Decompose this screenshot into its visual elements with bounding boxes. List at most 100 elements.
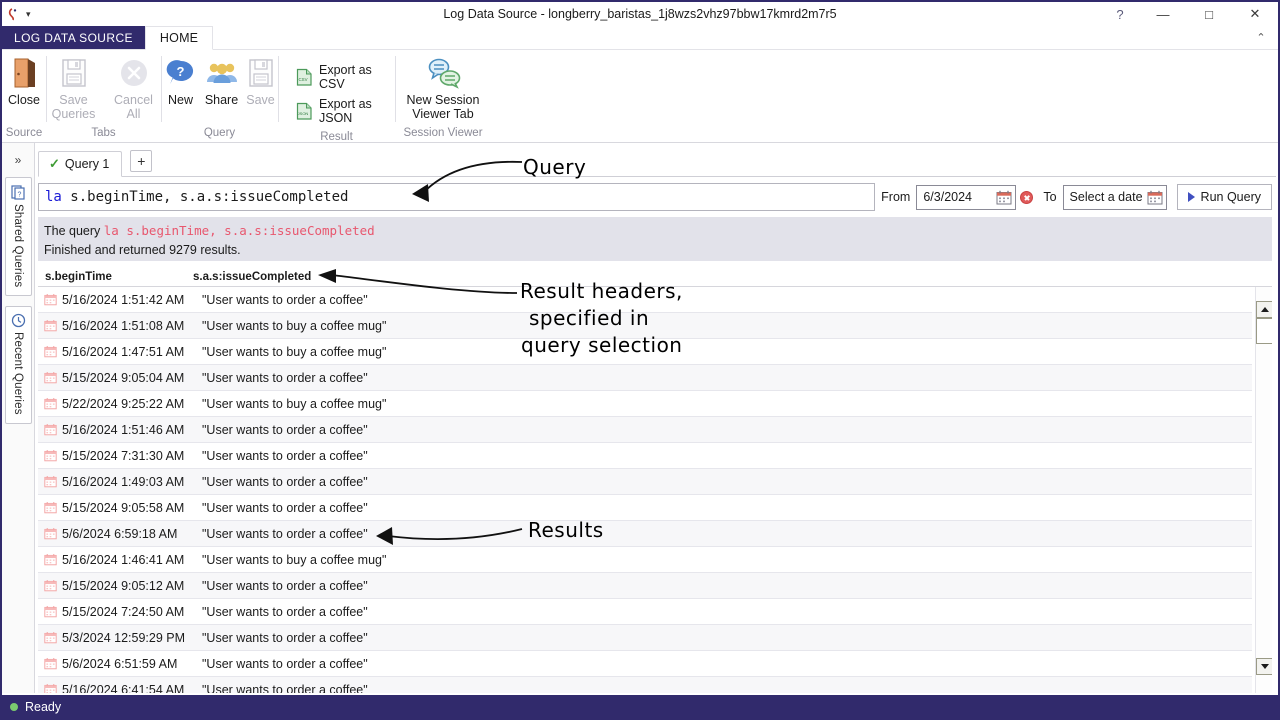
calendar-icon [38,631,62,644]
svg-text:?: ? [17,192,21,199]
cell-begin-time: 5/6/2024 6:51:59 AM [62,656,178,671]
minimize-button[interactable]: — [1140,2,1186,26]
export-as-csv-label: Export as CSV [319,63,372,91]
clear-date-icon[interactable] [1020,190,1034,204]
svg-text:CSV: CSV [298,77,307,82]
ribbon: Close Source Save Queries Cancel All Tab… [2,50,1278,143]
from-label: From [881,190,911,204]
share-query-button[interactable]: Share [200,54,244,109]
query-status-prefix: The query [44,224,104,238]
new-label: New [167,93,193,107]
cell-issue-completed: "User wants to buy a coffee mug" [202,344,387,359]
cell-issue-completed: "User wants to order a coffee" [202,500,368,515]
calendar-icon [38,579,62,592]
new-query-button[interactable]: ? New [162,54,200,109]
export-as-json-label: Export as JSON [319,97,372,125]
check-icon: ✓ [49,156,60,171]
door-icon [9,56,39,90]
calendar-icon [38,553,62,566]
table-row[interactable]: 5/16/2024 1:46:41 AM "User wants to buy a… [38,547,1252,573]
clock-icon [11,313,26,328]
to-label: To [1043,190,1057,204]
export-as-csv-button[interactable]: CSV Export as CSV [290,60,387,94]
ribbon-group-session-viewer: New Session Viewer Tab Session Viewer [395,50,491,142]
query-tab-1-label: Query 1 [64,157,110,171]
cell-issue-completed: "User wants to order a coffee" [202,292,368,307]
help-button[interactable]: ? [1100,2,1140,26]
question-bubble-icon: ? [166,56,196,90]
cell-begin-time: 5/15/2024 9:05:04 AM [62,370,185,385]
new-session-viewer-tab-button[interactable]: New Session Viewer Tab [404,54,482,123]
table-row[interactable]: 5/22/2024 9:25:22 AM "User wants to buy a… [38,391,1252,417]
table-row[interactable]: 5/16/2024 1:51:42 AM "User wants to order… [38,287,1252,313]
scrollbar-thumb[interactable] [1256,318,1272,344]
recent-queries-label: Recent Queries [12,332,24,416]
table-row[interactable]: 5/3/2024 12:59:29 PM "User wants to order… [38,625,1252,651]
table-row[interactable]: 5/16/2024 1:49:03 AM "User wants to order… [38,469,1252,495]
table-row[interactable]: 5/6/2024 6:59:18 AM "User wants to order … [38,521,1252,547]
calendar-icon[interactable] [1147,190,1163,205]
qat-dropdown-icon[interactable]: ▾ [26,9,31,19]
save-query-button[interactable]: Save [244,54,278,109]
close-button[interactable]: ✕ [1232,2,1278,26]
table-row[interactable]: 5/16/2024 6:41:54 AM "User wants to order… [38,677,1252,693]
table-row[interactable]: 5/16/2024 1:51:46 AM "User wants to order… [38,417,1252,443]
scroll-up-icon[interactable] [1256,301,1272,318]
ribbon-group-query: ? New Share Save Query [161,50,278,142]
table-row[interactable]: 5/15/2024 9:05:04 AM "User wants to order… [38,365,1252,391]
calendar-icon [38,501,62,514]
query-tab-1[interactable]: ✓ Query 1 [38,151,123,177]
calendar-icon[interactable] [996,190,1012,205]
table-row[interactable]: 5/16/2024 1:51:08 AM "User wants to buy a… [38,313,1252,339]
cell-begin-time: 5/16/2024 1:51:42 AM [62,292,185,307]
add-query-tab-button[interactable]: + [130,150,153,172]
export-as-json-button[interactable]: JSON Export as JSON [290,94,387,128]
table-row[interactable]: 5/15/2024 7:31:30 AM "User wants to order… [38,443,1252,469]
column-header-begin-time[interactable]: s.beginTime [38,271,193,283]
new-session-viewer-label-1: New Session [406,93,480,107]
rail-expand-icon[interactable]: » [15,153,22,167]
calendar-icon [38,319,62,332]
table-row[interactable]: 5/16/2024 1:47:51 AM "User wants to buy a… [38,339,1252,365]
save-queries-label-2: Queries [51,107,96,121]
app-logo-icon [8,7,22,21]
maximize-button[interactable]: □ [1186,2,1232,26]
column-header-issue-completed[interactable]: s.a.s:issueCompleted [193,271,1272,283]
window-title: Log Data Source - longberry_baristas_1j8… [443,7,837,21]
sidebar-item-shared-queries[interactable]: ? Shared Queries [4,177,32,297]
scroll-down-icon[interactable] [1256,658,1272,675]
results-scrollbar[interactable] [1255,287,1272,693]
run-query-button[interactable]: Run Query [1176,184,1272,210]
cancel-all-button[interactable]: Cancel All [104,54,164,123]
cell-issue-completed: "User wants to order a coffee" [202,422,368,437]
cell-begin-time: 5/6/2024 6:59:18 AM [62,526,178,541]
share-label: Share [204,93,239,107]
query-status-line: The query la s.beginTime, s.a.s:issueCom… [44,221,1264,241]
save-queries-button[interactable]: Save Queries [44,54,104,123]
quick-access-toolbar[interactable]: ▾ [2,7,31,21]
calendar-icon [38,345,62,358]
floppy-disk-icon [59,56,89,90]
calendar-icon [38,293,62,306]
query-bar: la s.beginTime, s.a.s:issueCompleted Fro… [38,183,1272,211]
table-row[interactable]: 5/15/2024 7:24:50 AM "User wants to order… [38,599,1252,625]
sidebar-item-recent-queries[interactable]: Recent Queries [4,306,32,425]
from-date-input[interactable]: 6/3/2024 [916,184,1017,210]
table-row[interactable]: 5/6/2024 6:51:59 AM "User wants to order … [38,651,1252,677]
csv-file-icon: CSV [296,68,313,87]
left-rail: » ? Shared Queries Recent Queries [2,143,35,693]
cell-issue-completed: "User wants to buy a coffee mug" [202,552,387,567]
cell-issue-completed: "User wants to order a coffee" [202,578,368,593]
table-row[interactable]: 5/15/2024 9:05:58 AM "User wants to order… [38,495,1252,521]
ribbon-collapse-icon[interactable]: ⌃ [1250,26,1272,48]
table-row[interactable]: 5/15/2024 9:05:12 AM "User wants to order… [38,573,1252,599]
tab-home[interactable]: HOME [144,26,214,50]
query-tab-strip: ✓ Query 1 + [38,147,1276,177]
cell-begin-time: 5/15/2024 9:05:12 AM [62,578,185,593]
query-input[interactable]: la s.beginTime, s.a.s:issueCompleted [38,183,876,211]
cell-begin-time: 5/22/2024 9:25:22 AM [62,396,185,411]
to-date-input[interactable]: Select a date [1062,184,1167,210]
ribbon-group-tabs: Save Queries Cancel All Tabs [46,50,161,142]
cell-issue-completed: "User wants to order a coffee" [202,630,368,645]
tab-log-data-source[interactable]: LOG DATA SOURCE [2,26,145,49]
